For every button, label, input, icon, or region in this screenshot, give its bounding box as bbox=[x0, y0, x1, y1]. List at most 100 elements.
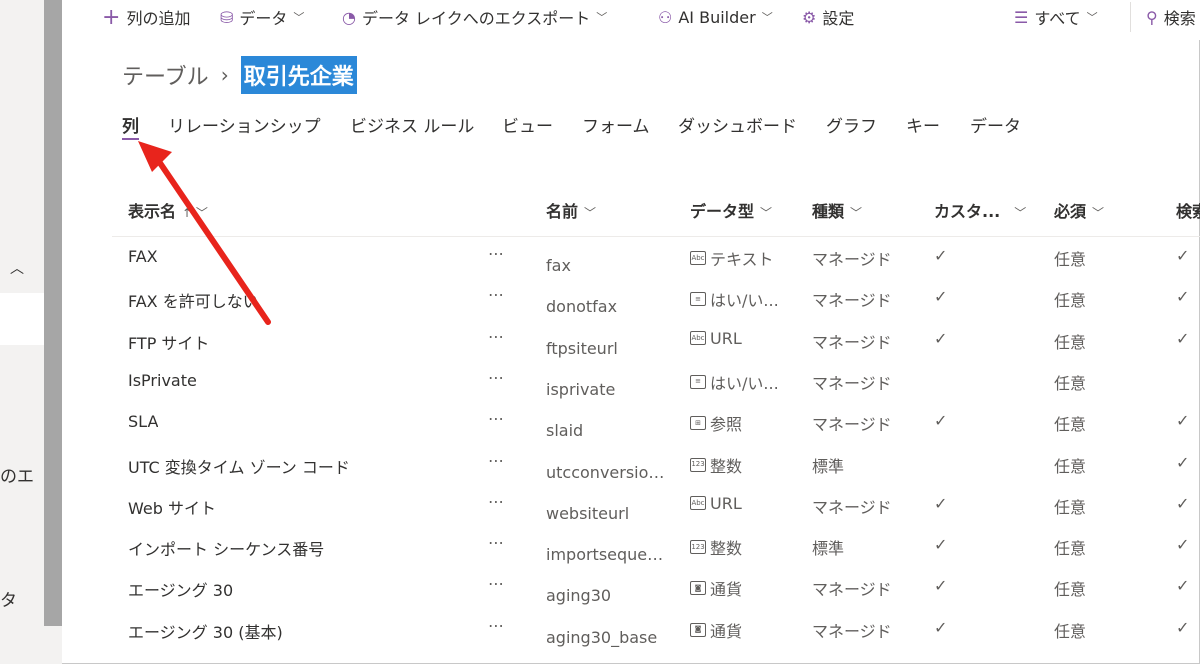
display-name-cell[interactable]: IsPrivate bbox=[128, 371, 197, 390]
data-type-label: 整数 bbox=[710, 539, 743, 559]
tab-business-rules[interactable]: ビジネス ルール bbox=[350, 112, 474, 137]
column-header-searchable[interactable]: 検索 bbox=[1176, 198, 1200, 222]
export-to-data-lake-button[interactable]: ◔ データ レイクへのエクスポート ﹀ bbox=[342, 6, 607, 29]
table-row[interactable]: UTC 変換タイム ゾーン コード ⋯ utcconversion... 123 整数 標… bbox=[112, 443, 1200, 484]
searchable-check-icon: ✓ bbox=[1176, 287, 1190, 307]
custom-check-icon: ✓ bbox=[934, 617, 948, 637]
database-icon: ⛁ bbox=[220, 7, 234, 27]
custom-check-icon: ✓ bbox=[934, 411, 948, 431]
column-header-label: 表示名 bbox=[128, 202, 177, 221]
column-header-display-name[interactable]: 表示名 ↑ ﹀ bbox=[128, 198, 208, 222]
choice-icon: ≡ bbox=[690, 374, 706, 389]
data-type-cell: ◙ 通貨 bbox=[690, 576, 800, 600]
column-header-data-type[interactable]: データ型 ﹀ bbox=[690, 198, 772, 222]
table-row[interactable]: エージング 30 ⋯ aging30 ◙ 通貨 マネージド ✓ 任意 ✓ bbox=[112, 566, 1200, 607]
searchable-check-icon: ✓ bbox=[1176, 328, 1190, 348]
display-name-cell[interactable]: UTC 変換タイム ゾーン コード bbox=[128, 454, 350, 478]
custom-check-icon: ✓ bbox=[934, 328, 948, 348]
kind-cell: 標準 bbox=[812, 539, 845, 559]
tab-columns[interactable]: 列 bbox=[122, 112, 139, 140]
logical-name-cell: aging30 bbox=[546, 586, 612, 606]
logical-name-cell: ftpsiteurl bbox=[546, 338, 618, 358]
more-options-icon[interactable]: ⋯ bbox=[488, 327, 505, 346]
searchable-check-icon: ✓ bbox=[1176, 535, 1190, 555]
collapse-chevron-icon[interactable]: ︿ bbox=[10, 258, 24, 278]
table-row[interactable]: FAX を許可しない ⋯ donotfax ≡ はい/い... マネージド ✓ 任意 ✓ bbox=[112, 277, 1200, 318]
table-row[interactable]: エージング 30 (基本) ⋯ aging30_base ◙ 通貨 マネージド ✓ 任意 ✓ bbox=[112, 608, 1200, 649]
more-options-icon[interactable]: ⋯ bbox=[488, 409, 505, 428]
display-name-cell[interactable]: SLA bbox=[128, 412, 158, 431]
text-icon: Abc bbox=[690, 331, 706, 346]
table-row[interactable]: FTP サイト ⋯ ftpsiteurl Abc URL マネージド ✓ 任意 ✓ bbox=[112, 319, 1200, 360]
display-name-cell[interactable]: Web サイト bbox=[128, 495, 216, 519]
data-type-cell: ≡ はい/い... bbox=[690, 287, 800, 311]
table-row[interactable]: IsPrivate ⋯ isprivate ≡ はい/い... マネージド 任意 bbox=[112, 360, 1200, 401]
view-filter-dropdown[interactable]: ☰ すべて ﹀ bbox=[1014, 6, 1098, 29]
display-name-cell[interactable]: FAX bbox=[128, 247, 158, 266]
table-row[interactable]: FAX ⋯ fax Abc テキスト マネージド ✓ 任意 ✓ bbox=[112, 236, 1200, 277]
search-box[interactable]: ⚲ 検索 bbox=[1146, 6, 1196, 29]
add-column-button[interactable]: + 列の追加 bbox=[102, 5, 190, 30]
kind-cell: マネージド bbox=[812, 250, 892, 269]
selected-nav-item[interactable] bbox=[0, 293, 44, 345]
more-options-icon[interactable]: ⋯ bbox=[488, 451, 505, 470]
ai-builder-button[interactable]: ⚇ AI Builder ﹀ bbox=[658, 6, 773, 28]
tab-dashboards[interactable]: ダッシュボード bbox=[678, 112, 797, 137]
custom-check-icon: ✓ bbox=[934, 246, 948, 265]
chevron-down-icon: ﹀ bbox=[1086, 11, 1098, 24]
more-options-icon[interactable]: ⋯ bbox=[488, 492, 505, 511]
tab-label: ビジネス ルール bbox=[350, 117, 475, 137]
display-name-cell[interactable]: FTP サイト bbox=[128, 330, 209, 354]
lookup-icon: ⊞ bbox=[690, 416, 706, 431]
display-name-cell[interactable]: FAX を許可しない bbox=[128, 288, 259, 312]
text-icon: Abc bbox=[690, 251, 706, 265]
tab-views[interactable]: ビュー bbox=[502, 112, 553, 137]
text-icon: Abc bbox=[690, 496, 706, 511]
data-menu-button[interactable]: ⛁ データ ﹀ bbox=[220, 6, 304, 29]
searchable-check-icon: ✓ bbox=[1176, 576, 1190, 596]
tab-charts[interactable]: グラフ bbox=[826, 112, 877, 137]
chevron-down-icon: ﹀ bbox=[1014, 206, 1027, 220]
data-type-cell: Abc テキスト bbox=[690, 246, 800, 270]
kind-cell: マネージド bbox=[812, 621, 892, 641]
tab-keys[interactable]: キー bbox=[906, 112, 940, 137]
column-header-name[interactable]: 名前 ﹀ bbox=[546, 198, 596, 222]
searchable-check-icon: ✓ bbox=[1176, 493, 1190, 513]
column-header-required[interactable]: 必須 ﹀ bbox=[1054, 198, 1104, 222]
left-pane-scrollbar[interactable] bbox=[44, 0, 62, 626]
data-type-label: 参照 bbox=[710, 415, 743, 435]
data-menu-label: データ bbox=[239, 9, 288, 28]
table-row[interactable]: Web サイト ⋯ websiteurl Abc URL マネージド ✓ 任意 ✓ bbox=[112, 484, 1200, 525]
tab-forms[interactable]: フォーム bbox=[582, 112, 650, 137]
export-label: データ レイクへのエクスポート bbox=[361, 9, 591, 28]
settings-button[interactable]: ⚙ 設定 bbox=[802, 6, 854, 29]
column-header-custom[interactable]: カスタ... ﹀ bbox=[934, 198, 1026, 222]
tab-relationships[interactable]: リレーションシップ bbox=[168, 112, 321, 137]
display-name-cell[interactable]: インポート シーケンス番号 bbox=[128, 536, 324, 560]
display-name-cell[interactable]: エージング 30 bbox=[128, 577, 233, 601]
more-options-icon[interactable]: ⋯ bbox=[488, 285, 505, 304]
logical-name-cell: aging30_base bbox=[546, 627, 658, 647]
kind-cell: マネージド bbox=[812, 497, 892, 517]
more-options-icon[interactable]: ⋯ bbox=[488, 368, 505, 387]
tab-data[interactable]: データ bbox=[970, 112, 1021, 137]
more-options-icon[interactable]: ⋯ bbox=[488, 244, 505, 263]
chevron-down-icon: ﹀ bbox=[760, 206, 773, 220]
table-row[interactable]: SLA ⋯ slaid ⊞ 参照 マネージド ✓ 任意 ✓ bbox=[112, 401, 1200, 442]
required-cell: 任意 bbox=[1054, 332, 1087, 352]
display-name-cell[interactable]: エージング 30 (基本) bbox=[128, 619, 283, 643]
more-options-icon[interactable]: ⋯ bbox=[488, 533, 505, 552]
more-options-icon[interactable]: ⋯ bbox=[488, 616, 505, 635]
logical-name-cell: fax bbox=[546, 256, 571, 275]
column-header-kind[interactable]: 種類 ﹀ bbox=[812, 198, 862, 222]
table-row[interactable]: インポート シーケンス番号 ⋯ importsequen... 123 整数 標準 ✓ 任意 ✓ bbox=[112, 525, 1200, 566]
required-cell: 任意 bbox=[1054, 456, 1087, 476]
logical-name-cell: donotfax bbox=[546, 297, 618, 317]
currency-icon: ◙ bbox=[690, 622, 706, 637]
more-options-icon[interactable]: ⋯ bbox=[488, 574, 505, 593]
breadcrumb-tables-link[interactable]: テーブル bbox=[122, 59, 209, 91]
data-type-cell: ≡ はい/い... bbox=[690, 370, 800, 394]
tab-label: 列 bbox=[122, 117, 139, 137]
column-header-label: データ型 bbox=[690, 202, 755, 221]
kind-cell: マネージド bbox=[812, 291, 892, 311]
